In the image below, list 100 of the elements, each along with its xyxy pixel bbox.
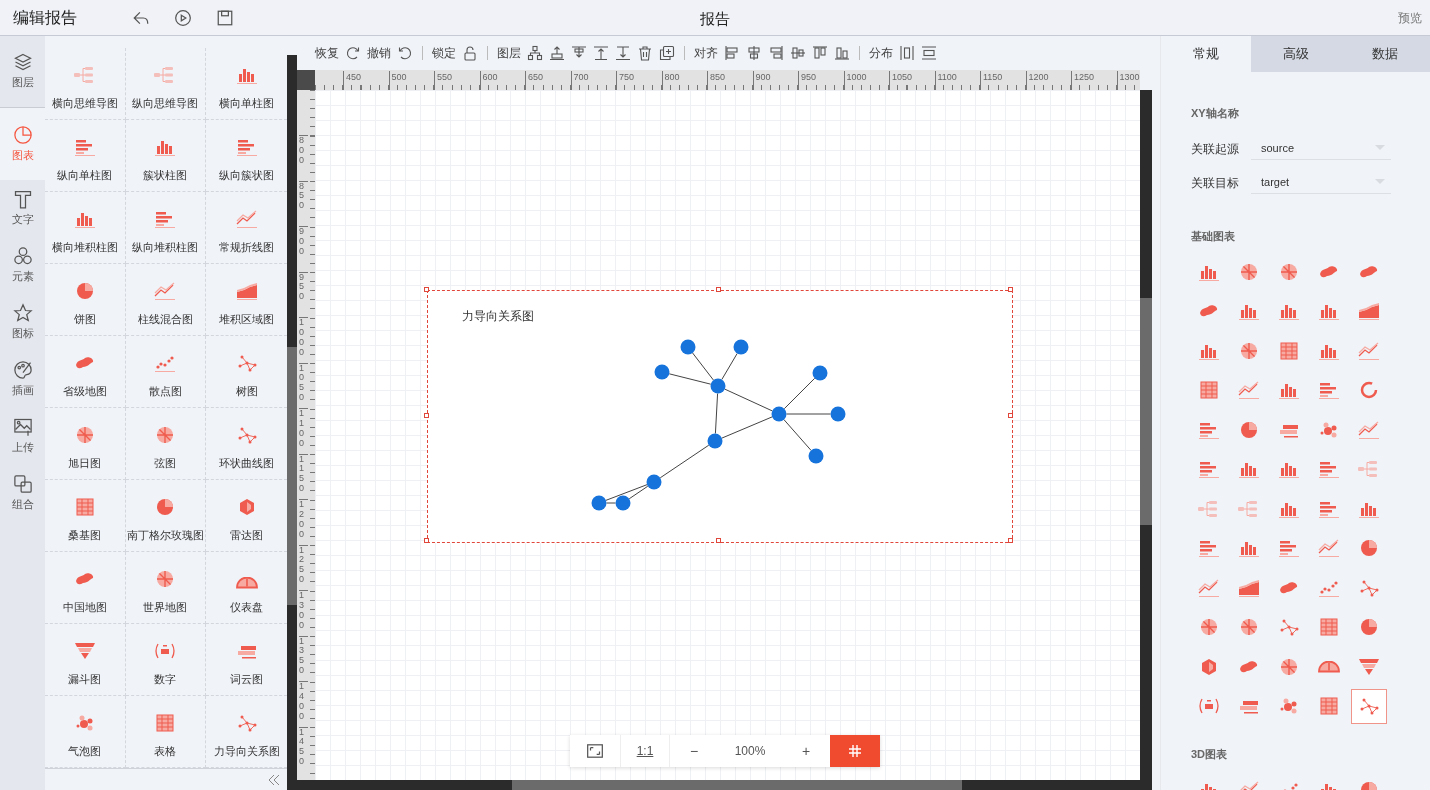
chart-type-button[interactable] <box>1351 688 1387 724</box>
sidebar-tab[interactable]: 文字 <box>0 180 45 237</box>
resize-handle[interactable] <box>424 287 429 292</box>
caret-icon <box>1375 145 1385 151</box>
align-bottom-icon[interactable] <box>834 45 850 61</box>
chart-type-item[interactable]: 词云图 <box>206 624 287 696</box>
copy-icon[interactable] <box>659 45 675 61</box>
align-top-icon[interactable] <box>812 45 828 61</box>
horizontal-bar-chart-icon <box>1196 538 1222 559</box>
chart-type-item[interactable]: 旭日图 <box>45 408 126 480</box>
play-icon[interactable] <box>174 8 192 27</box>
chart-type-item[interactable]: 常规折线图 <box>206 192 287 264</box>
bring-to-front-icon[interactable] <box>593 45 609 61</box>
align-middle-icon[interactable] <box>790 45 806 61</box>
chart-type-item[interactable]: 力导向关系图 <box>206 696 287 768</box>
redo-icon[interactable] <box>345 45 361 61</box>
dropdown-field[interactable]: source <box>1251 137 1391 160</box>
chart-type-item[interactable]: 纵向堆积柱图 <box>125 192 207 264</box>
fit-screen-button[interactable] <box>570 735 620 767</box>
undo-icon[interactable] <box>397 45 413 61</box>
chart-type-item[interactable]: 柱线混合图 <box>125 264 207 336</box>
scrollbar-thumb[interactable] <box>1140 298 1152 525</box>
chart-type-item[interactable]: 纵向簇状图 <box>206 120 287 192</box>
chart-type-item[interactable]: 横向堆积柱图 <box>45 192 126 264</box>
chart-type-item[interactable]: 气泡图 <box>45 696 126 768</box>
sidebar-tab[interactable]: 插画 <box>0 351 45 408</box>
tab[interactable]: 高级 <box>1250 36 1341 72</box>
unlock-icon[interactable] <box>462 45 478 61</box>
palette-icon <box>12 360 33 381</box>
chart-type-item[interactable]: 饼图 <box>45 264 126 336</box>
chart-type-item[interactable]: 仪表盘 <box>206 552 287 624</box>
resize-handle[interactable] <box>716 538 721 543</box>
dropdown-field[interactable]: target <box>1251 171 1391 194</box>
align-left-icon[interactable] <box>724 45 740 61</box>
chart-type-item[interactable]: 横向思维导图 <box>45 48 126 120</box>
chart-type-item[interactable]: 簇状柱图 <box>125 120 207 192</box>
page-title: 编辑报告 <box>13 7 78 28</box>
fit-screen-icon <box>586 742 604 760</box>
chart-type-item[interactable]: 散点图 <box>125 336 207 408</box>
resize-handle[interactable] <box>1008 287 1013 292</box>
distribute-horizontal-icon[interactable] <box>899 45 915 61</box>
chart-type-item[interactable]: 南丁格尔玫瑰图 <box>125 480 207 552</box>
chart-type-item[interactable]: 树图 <box>206 336 287 408</box>
chart-type-item[interactable]: 堆积区域图 <box>206 264 287 336</box>
chart-type-item[interactable]: 环状曲线图 <box>206 408 287 480</box>
zoom-in-button[interactable]: + <box>782 735 830 767</box>
toolbar-label: 图层 <box>497 45 521 62</box>
sidebar-tab[interactable]: 组合 <box>0 465 45 522</box>
chart-type-item[interactable]: 弦图 <box>125 408 207 480</box>
grid-toggle-button[interactable] <box>830 735 880 767</box>
sidebar-tab[interactable]: 图标 <box>0 294 45 351</box>
resize-handle[interactable] <box>716 287 721 292</box>
sidebar-tab[interactable]: 上传 <box>0 408 45 465</box>
sidebar-tab[interactable]: 元素 <box>0 237 45 294</box>
resize-handle[interactable] <box>424 538 429 543</box>
graph-node <box>646 474 662 490</box>
zoom-out-button[interactable]: − <box>670 735 718 767</box>
resize-handle[interactable] <box>424 412 429 418</box>
scrollbar-thumb[interactable] <box>287 347 297 605</box>
align-right-icon[interactable] <box>768 45 784 61</box>
bring-forward-icon[interactable] <box>549 45 565 61</box>
ruler-label: 850 <box>299 180 308 212</box>
chart-type-item[interactable]: 桑基图 <box>45 480 126 552</box>
line-chart-icon <box>1316 538 1342 559</box>
collapse-icon[interactable] <box>267 772 281 787</box>
save-icon[interactable] <box>216 8 234 27</box>
actual-size-button[interactable]: 1:1 <box>620 735 670 767</box>
preview-link[interactable]: 预览 <box>1398 8 1422 27</box>
chart-type-item[interactable]: 纵向单柱图 <box>45 120 126 192</box>
chart-type-item[interactable]: 表格 <box>125 696 207 768</box>
layers-icon <box>12 52 33 73</box>
chart-type-item[interactable]: 省级地图 <box>45 336 126 408</box>
resize-handle[interactable] <box>1008 538 1013 543</box>
chart-type-item[interactable]: 漏斗图 <box>45 624 126 696</box>
chart-type-item[interactable]: 世界地图 <box>125 552 207 624</box>
graph-node <box>808 448 824 464</box>
chart-type-item[interactable]: 数字 <box>125 624 207 696</box>
send-to-back-icon[interactable] <box>615 45 631 61</box>
chart-type-item[interactable]: 雷达图 <box>206 480 287 552</box>
area-chart-icon <box>1356 301 1382 322</box>
distribute-vertical-icon[interactable] <box>921 45 937 61</box>
align-center-icon[interactable] <box>746 45 762 61</box>
hierarchy-icon[interactable] <box>527 45 543 61</box>
graph-node <box>707 433 723 449</box>
toolbar-label: 对齐 <box>694 45 718 62</box>
design-canvas[interactable]: 力导向关系图 1:1 − 100% + <box>315 90 1140 780</box>
chart-type-item[interactable]: 横向单柱图 <box>206 48 287 120</box>
ruler-label: 1350 <box>299 635 308 677</box>
tab[interactable]: 数据 <box>1340 36 1430 72</box>
gauge-icon <box>1318 660 1340 673</box>
ruler-label: 900 <box>299 226 308 257</box>
chart-type-item[interactable]: 纵向思维导图 <box>125 48 207 120</box>
chart-type-item[interactable]: 中国地图 <box>45 552 126 624</box>
chart-frame[interactable]: 力导向关系图 <box>427 290 1013 543</box>
area-chart-icon <box>1236 577 1262 598</box>
trash-icon[interactable] <box>637 45 653 61</box>
scrollbar-thumb[interactable] <box>512 780 962 790</box>
section-title: XY轴名称 <box>1191 106 1240 121</box>
resize-handle[interactable] <box>1008 412 1013 418</box>
ruler-label: 1450 <box>299 726 308 768</box>
